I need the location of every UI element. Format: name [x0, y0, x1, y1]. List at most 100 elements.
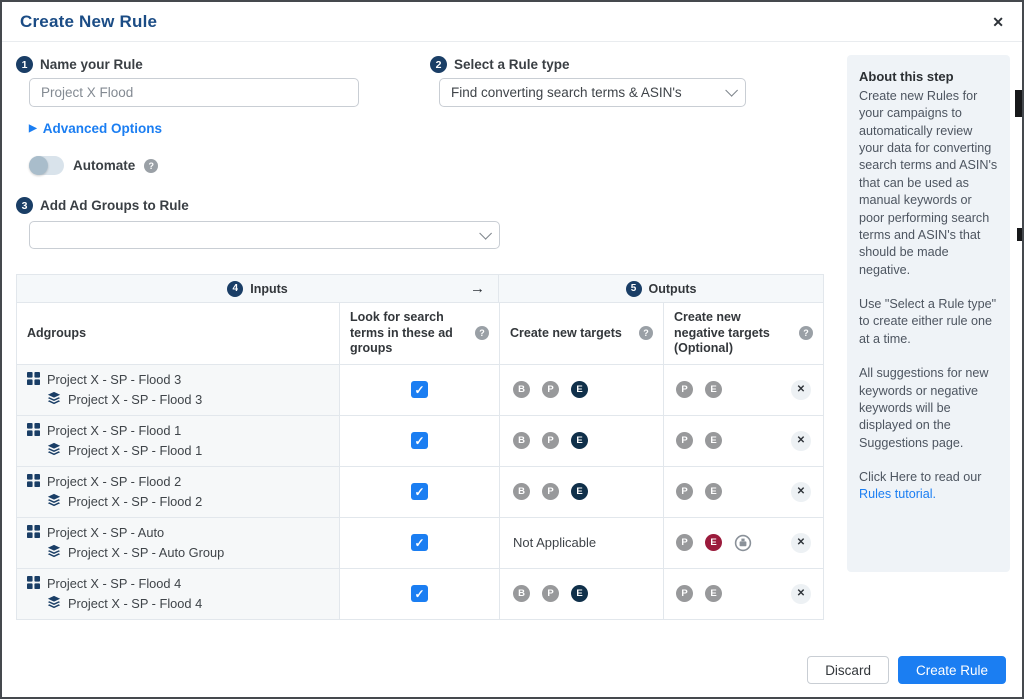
step2-label: 2 Select a Rule type — [430, 56, 570, 73]
search-terms-help-icon[interactable]: ? — [475, 326, 489, 340]
p-badge[interactable]: P — [676, 432, 693, 449]
search-terms-checkbox[interactable]: ✓ — [411, 381, 428, 398]
background-artifact — [1017, 228, 1022, 241]
adgroup-name: Project X - SP - Flood 4 — [68, 596, 202, 611]
p-badge[interactable]: P — [676, 585, 693, 602]
e-badge[interactable]: E — [705, 381, 722, 398]
p-badge[interactable]: P — [676, 381, 693, 398]
rules-tutorial-link[interactable]: Rules tutorial. — [859, 487, 936, 501]
search-terms-checkbox[interactable]: ✓ — [411, 534, 428, 551]
background-artifact — [1015, 90, 1022, 117]
e-badge[interactable]: E — [705, 483, 722, 500]
b-badge[interactable]: B — [513, 432, 530, 449]
column-search-terms: Look for search terms in these ad groups… — [339, 303, 499, 364]
adgroup-name: Project X - SP - Flood 1 — [68, 443, 202, 458]
adgroup-line: Project X - SP - Flood 3 — [47, 391, 202, 408]
remove-row-button[interactable]: ✕ — [791, 431, 811, 451]
campaign-line: Project X - SP - Flood 2 — [27, 474, 181, 490]
campaign-icon — [27, 576, 40, 592]
table-column-header: Adgroups Look for search terms in these … — [17, 303, 823, 364]
table-row: Project X - SP - Flood 3 Project X - SP … — [17, 364, 823, 415]
step4-number-badge: 4 — [227, 281, 243, 297]
e-badge[interactable]: E — [705, 432, 722, 449]
automate-row: Automate ? — [29, 156, 158, 175]
p-badge[interactable]: P — [676, 534, 693, 551]
adgroup-cell: Project X - SP - Flood 2 Project X - SP … — [17, 467, 339, 517]
adgroups-select[interactable] — [29, 221, 500, 249]
table-group-header: 4 Inputs → 5 Outputs — [17, 275, 823, 303]
table-row: Project X - SP - Flood 4 Project X - SP … — [17, 568, 823, 619]
p-badge[interactable]: P — [542, 585, 559, 602]
table-rows: Project X - SP - Flood 3 Project X - SP … — [17, 364, 823, 619]
campaign-name: Project X - SP - Flood 2 — [47, 474, 181, 489]
search-terms-checkbox[interactable]: ✓ — [411, 483, 428, 500]
advanced-options-link[interactable]: ▶ Advanced Options — [29, 121, 162, 136]
about-sidebar: About this step Create new Rules for you… — [847, 55, 1010, 572]
e-badge[interactable]: E — [705, 534, 722, 551]
toggle-knob — [29, 156, 48, 175]
remove-row-button[interactable]: ✕ — [791, 380, 811, 400]
column-create-targets: Create new targets ? — [499, 303, 663, 364]
create-rule-button[interactable]: Create Rule — [898, 656, 1006, 684]
modal-header: Create New Rule ✕ — [2, 2, 1022, 42]
negatives-cell: PE ✕ — [663, 569, 823, 619]
table-row: Project X - SP - Auto Project X - SP - A… — [17, 517, 823, 568]
column-negative-targets: Create new negative targets (Optional) ? — [663, 303, 823, 364]
adgroup-line: Project X - SP - Flood 1 — [47, 442, 202, 459]
e-badge[interactable]: E — [571, 483, 588, 500]
search-terms-cell: ✓ — [339, 365, 499, 415]
remove-row-button[interactable]: ✕ — [791, 533, 811, 553]
b-badge[interactable]: B — [513, 483, 530, 500]
step1-label: 1 Name your Rule — [16, 56, 143, 73]
e-badge[interactable]: E — [571, 585, 588, 602]
campaign-name: Project X - SP - Flood 1 — [47, 423, 181, 438]
adgroup-name: Project X - SP - Auto Group — [68, 545, 224, 560]
adgroup-layers-icon — [47, 442, 61, 459]
campaign-icon — [27, 372, 40, 388]
discard-button[interactable]: Discard — [807, 656, 889, 684]
inputs-label: Inputs — [250, 282, 288, 296]
remove-row-button[interactable]: ✕ — [791, 482, 811, 502]
negative-targets-help-icon[interactable]: ? — [799, 326, 813, 340]
e-badge[interactable]: E — [705, 585, 722, 602]
p-badge[interactable]: P — [542, 483, 559, 500]
p-badge[interactable]: P — [542, 432, 559, 449]
automate-help-icon[interactable]: ? — [144, 159, 158, 173]
e-badge[interactable]: E — [571, 432, 588, 449]
adgroup-cell: Project X - SP - Flood 3 Project X - SP … — [17, 365, 339, 415]
rule-name-input[interactable] — [29, 78, 359, 107]
table-row: Project X - SP - Flood 2 Project X - SP … — [17, 466, 823, 517]
adgroup-cell: Project X - SP - Flood 4 Project X - SP … — [17, 569, 339, 619]
search-terms-checkbox[interactable]: ✓ — [411, 585, 428, 602]
b-badge[interactable]: B — [513, 381, 530, 398]
negatives-cell: PE ✕ — [663, 467, 823, 517]
adgroup-layers-icon — [47, 544, 61, 561]
adgroup-line: Project X - SP - Flood 4 — [47, 595, 202, 612]
table-row: Project X - SP - Flood 1 Project X - SP … — [17, 415, 823, 466]
p-badge[interactable]: P — [676, 483, 693, 500]
search-terms-checkbox[interactable]: ✓ — [411, 432, 428, 449]
chevron-down-icon — [479, 227, 492, 240]
remove-row-button[interactable]: ✕ — [791, 584, 811, 604]
negatives-cell: PE ✕ — [663, 518, 823, 568]
adgroup-cell: Project X - SP - Auto Project X - SP - A… — [17, 518, 339, 568]
targets-cell: BPE — [499, 467, 663, 517]
p-badge[interactable]: P — [542, 381, 559, 398]
close-icon[interactable]: ✕ — [992, 15, 1004, 29]
rule-type-select[interactable]: Find converting search terms & ASIN's — [439, 78, 746, 107]
outputs-group-header: 5 Outputs — [499, 275, 823, 302]
page-title: Create New Rule — [20, 12, 157, 32]
negatives-cell: PE ✕ — [663, 416, 823, 466]
automate-toggle[interactable] — [29, 156, 64, 175]
adgroup-cell: Project X - SP - Flood 1 Project X - SP … — [17, 416, 339, 466]
campaign-line: Project X - SP - Flood 1 — [27, 423, 181, 439]
sidebar-paragraph: All suggestions for new keywords or nega… — [859, 365, 998, 452]
rule-type-value: Find converting search terms & ASIN's — [451, 85, 682, 100]
b-badge[interactable]: B — [513, 585, 530, 602]
negatives-badges: PE — [676, 432, 722, 449]
e-badge[interactable]: E — [571, 381, 588, 398]
campaign-icon — [27, 474, 40, 490]
create-targets-help-icon[interactable]: ? — [639, 326, 653, 340]
archive-icon[interactable] — [734, 534, 752, 552]
step1-number-badge: 1 — [16, 56, 33, 73]
